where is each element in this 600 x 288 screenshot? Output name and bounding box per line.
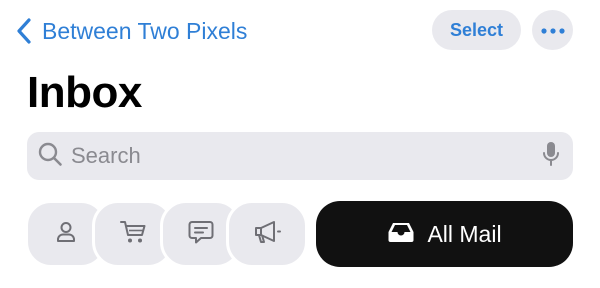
inbox-tray-icon: [387, 220, 415, 249]
page-title: Inbox: [27, 68, 142, 117]
back-button[interactable]: Between Two Pixels: [16, 12, 247, 50]
all-mail-label: All Mail: [427, 220, 502, 247]
ellipsis-icon: [540, 21, 565, 39]
category-promotions-button[interactable]: [226, 200, 308, 268]
chat-bubble-icon: [187, 219, 215, 250]
person-icon: [54, 220, 78, 249]
select-button[interactable]: Select: [432, 10, 521, 50]
microphone-icon[interactable]: [541, 140, 561, 173]
search-bar[interactable]: [27, 132, 573, 180]
more-button[interactable]: [532, 10, 573, 50]
all-mail-button[interactable]: All Mail: [316, 201, 573, 267]
chevron-left-icon: [16, 18, 32, 44]
megaphone-icon: [252, 219, 282, 250]
search-icon: [37, 141, 63, 172]
search-input[interactable]: [71, 143, 535, 169]
cart-icon: [119, 219, 147, 250]
back-button-label: Between Two Pixels: [42, 17, 248, 44]
